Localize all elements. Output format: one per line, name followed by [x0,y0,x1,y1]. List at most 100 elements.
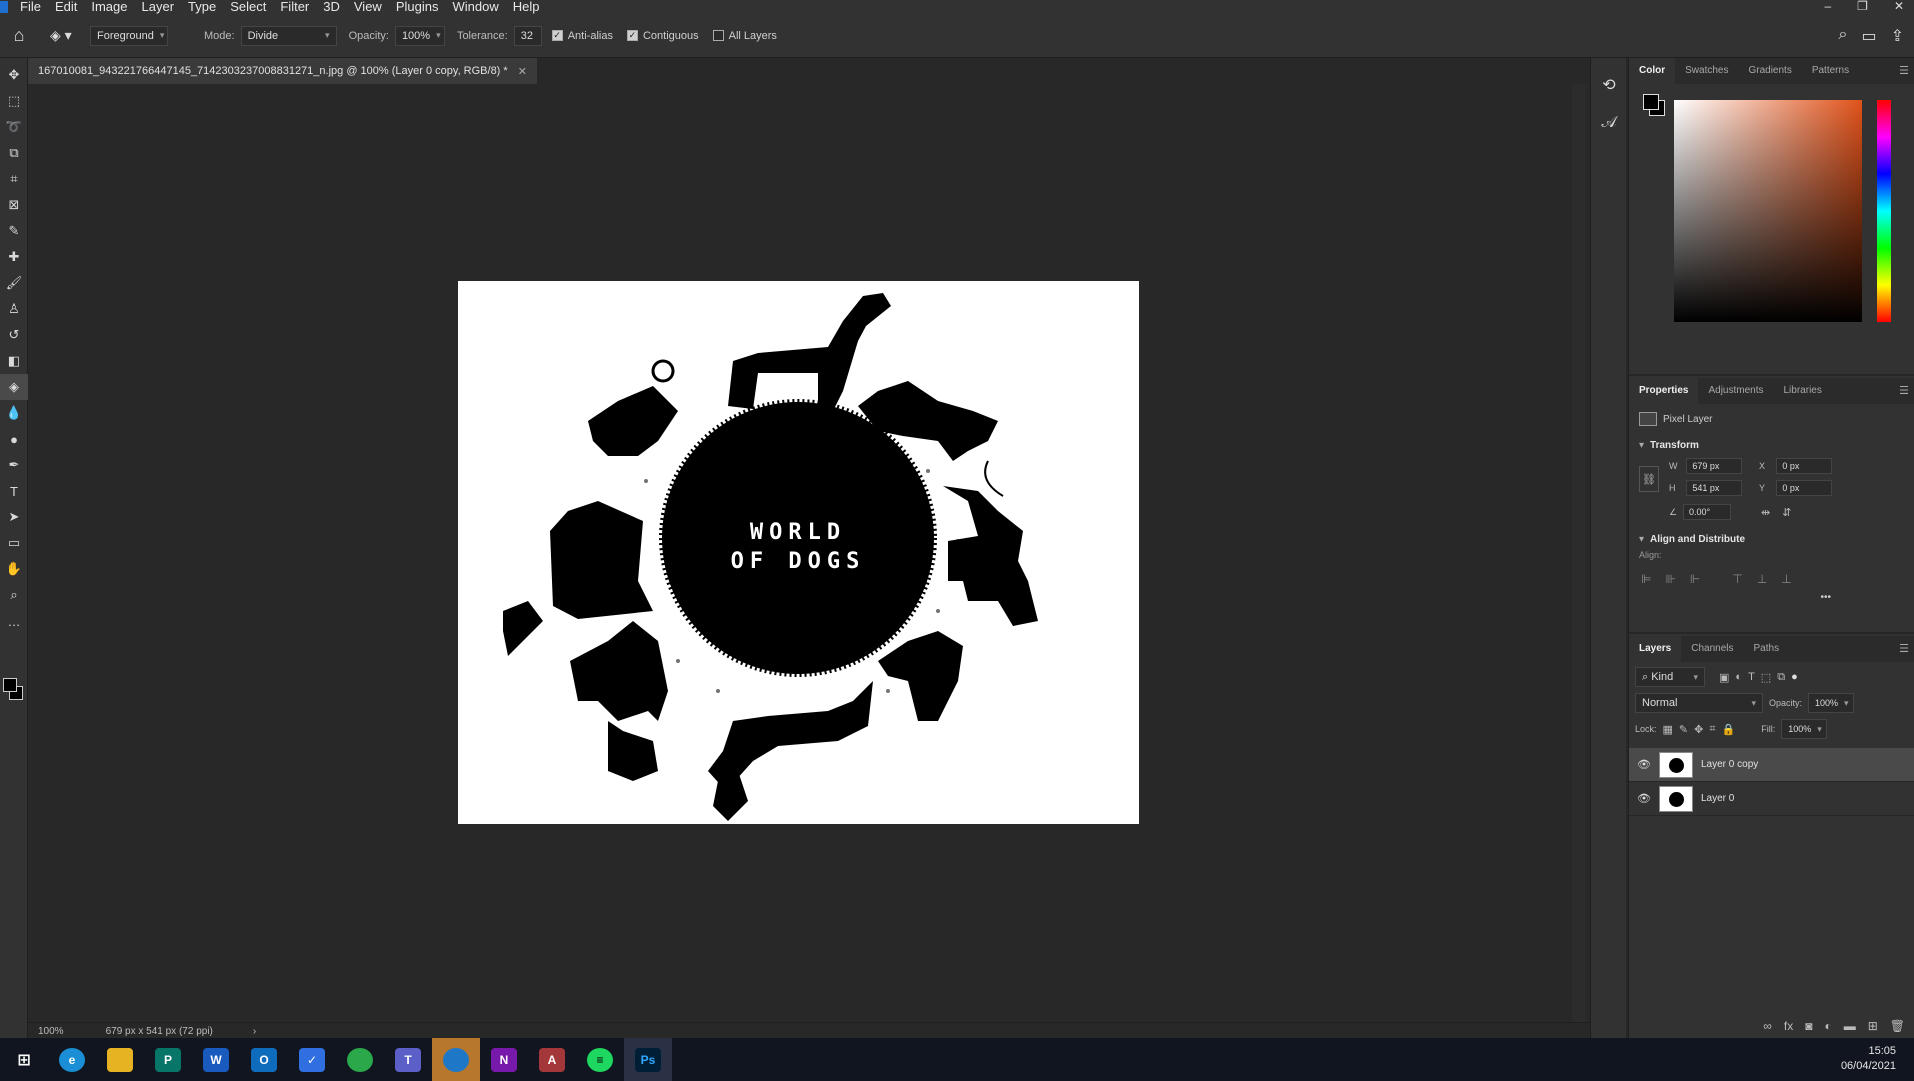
menu-type[interactable]: Type [188,0,216,14]
foreground-color-swatch[interactable] [3,678,17,692]
more-options-button[interactable]: ••• [1629,592,1914,603]
new-group-icon[interactable]: ▬ [1844,1019,1856,1033]
lock-position-icon[interactable]: ✥ [1694,723,1703,736]
frame-tool-icon[interactable]: ⊠ [0,192,28,218]
blue-app-icon[interactable] [432,1038,480,1081]
tab-channels[interactable]: Channels [1681,636,1743,662]
paint-bucket-preset-icon[interactable]: ◈ ▾ [50,27,90,44]
panel-menu-icon[interactable]: ☰ [1899,384,1909,397]
blend-mode-dropdown[interactable]: Normal ▾ [1635,693,1763,713]
greenshot-icon[interactable] [336,1038,384,1081]
minimize-button[interactable]: – [1824,0,1831,12]
more-tools-icon[interactable]: … [0,608,28,634]
menu-view[interactable]: View [354,0,382,14]
angle-field[interactable]: 0.00° [1683,504,1731,520]
tab-adjustments[interactable]: Adjustments [1698,378,1773,404]
menu-filter[interactable]: Filter [280,0,309,14]
new-layer-icon[interactable]: ⊞ [1868,1019,1878,1033]
search-icon[interactable]: ⌕ [1839,26,1848,46]
tab-paths[interactable]: Paths [1744,636,1790,662]
hue-slider[interactable] [1877,100,1891,322]
filter-shape-icon[interactable]: ⬚ [1761,671,1771,684]
menu-select[interactable]: Select [230,0,266,14]
menu-window[interactable]: Window [452,0,498,14]
system-clock[interactable]: 15:05 06/04/2021 [1841,1044,1896,1074]
move-tool-icon[interactable]: ✥ [0,62,28,88]
layer-row[interactable]: 👁 Layer 0 [1629,782,1914,816]
align-top-icon[interactable]: ⊤ [1732,572,1742,586]
crop-tool-icon[interactable]: ⌗ [0,166,28,192]
access-icon[interactable]: A [528,1038,576,1081]
contiguous-checkbox[interactable]: ✓ Contiguous [626,30,699,42]
publisher-icon[interactable]: P [144,1038,192,1081]
history-brush-tool-icon[interactable]: ↺ [0,322,28,348]
link-dimensions-icon[interactable]: ⛓ [1639,466,1659,492]
pen-tool-icon[interactable]: ✒ [0,452,28,478]
filter-type-icon[interactable]: T [1748,671,1755,683]
align-middle-v-icon[interactable]: ⊥ [1757,572,1767,586]
menu-help[interactable]: Help [513,0,540,14]
zoom-tool-icon[interactable]: ⌕ [0,582,28,608]
document-tab[interactable]: 167010081_943221766447145_71423032370088… [28,58,537,84]
tolerance-input[interactable]: 32 [513,25,542,46]
foreground-color-chip[interactable] [1643,94,1659,110]
align-right-icon[interactable]: ⊩ [1690,572,1700,586]
close-button[interactable]: ✕ [1894,0,1904,12]
teams-icon[interactable]: T [384,1038,432,1081]
spotify-icon[interactable]: ≡ [576,1038,624,1081]
history-panel-icon[interactable]: ⟲ [1591,66,1627,104]
type-tool-icon[interactable]: T [0,478,28,504]
panel-menu-icon[interactable]: ☰ [1899,642,1909,655]
link-layers-icon[interactable]: ∞ [1763,1019,1772,1033]
width-field[interactable]: 679 px [1686,458,1743,474]
status-expand-arrow-icon[interactable]: › [253,1026,256,1037]
photoshop-icon[interactable]: Ps [624,1038,672,1081]
eraser-tool-icon[interactable]: ◧ [0,348,28,374]
all-layers-checkbox[interactable]: All Layers [712,30,777,42]
lock-all-icon[interactable]: 🔒 [1722,723,1736,736]
filter-toggle-icon[interactable]: ● [1791,671,1798,683]
anti-alias-checkbox[interactable]: ✓ Anti-alias [551,30,613,42]
windows-start-icon[interactable]: ⊞ [0,1038,48,1081]
outlook-icon[interactable]: O [240,1038,288,1081]
align-distribute-section-header[interactable]: ▾ Align and Distribute [1629,528,1914,550]
tab-gradients[interactable]: Gradients [1738,58,1801,84]
transform-section-header[interactable]: ▾ Transform [1629,434,1914,456]
layer-opacity-input[interactable]: 100% ▾ [1808,693,1855,713]
clone-stamp-tool-icon[interactable]: ♙ [0,296,28,322]
paint-bucket-tool-icon[interactable]: ◈ [0,374,28,400]
brush-tool-icon[interactable]: 🖌 [0,270,28,296]
opacity-input[interactable]: 100% ▾ [394,25,445,46]
todo-icon[interactable]: ✓ [288,1038,336,1081]
y-field[interactable]: 0 px [1776,480,1833,496]
hand-tool-icon[interactable]: ✋ [0,556,28,582]
layer-filter-dropdown[interactable]: ⌕ Kind ▾ [1635,667,1705,687]
lock-artboard-icon[interactable]: ⌗ [1709,723,1715,736]
add-mask-icon[interactable]: ◙ [1805,1019,1812,1033]
adjustment-layer-icon[interactable]: ◐ [1824,1019,1831,1033]
restore-button[interactable]: ❐ [1857,0,1868,12]
menu-plugins[interactable]: Plugins [396,0,439,14]
visibility-eye-icon[interactable]: 👁 [1629,792,1659,805]
lock-pixels-icon[interactable]: ✎ [1679,723,1688,736]
canvas-workspace[interactable]: WORLD OF DOGS [28,84,1570,1022]
color-picker-field[interactable] [1674,100,1862,322]
lock-transparent-icon[interactable]: ▦ [1663,723,1673,736]
flip-vertical-icon[interactable]: ⇵ [1782,506,1791,519]
layer-effects-icon[interactable]: fx [1784,1019,1793,1033]
menu-3d[interactable]: 3D [323,0,340,14]
workspace-icon[interactable]: ▭ [1861,26,1876,46]
flip-horizontal-icon[interactable]: ⇹ [1761,506,1770,519]
delete-layer-icon[interactable]: 🗑 [1890,1019,1905,1033]
home-icon[interactable]: ⌂ [4,25,34,46]
canvas-vertical-scrollbar[interactable] [1572,84,1586,1022]
rectangle-tool-icon[interactable]: ▭ [0,530,28,556]
close-tab-icon[interactable]: ✕ [518,65,527,78]
filter-pixel-icon[interactable]: ▣ [1719,671,1729,684]
filter-smart-object-icon[interactable]: ⧉ [1777,671,1785,684]
menu-file[interactable]: File [20,0,41,14]
path-selection-tool-icon[interactable]: ➤ [0,504,28,530]
object-select-tool-icon[interactable]: ⧉ [0,140,28,166]
healing-brush-tool-icon[interactable]: ✚ [0,244,28,270]
x-field[interactable]: 0 px [1776,458,1833,474]
